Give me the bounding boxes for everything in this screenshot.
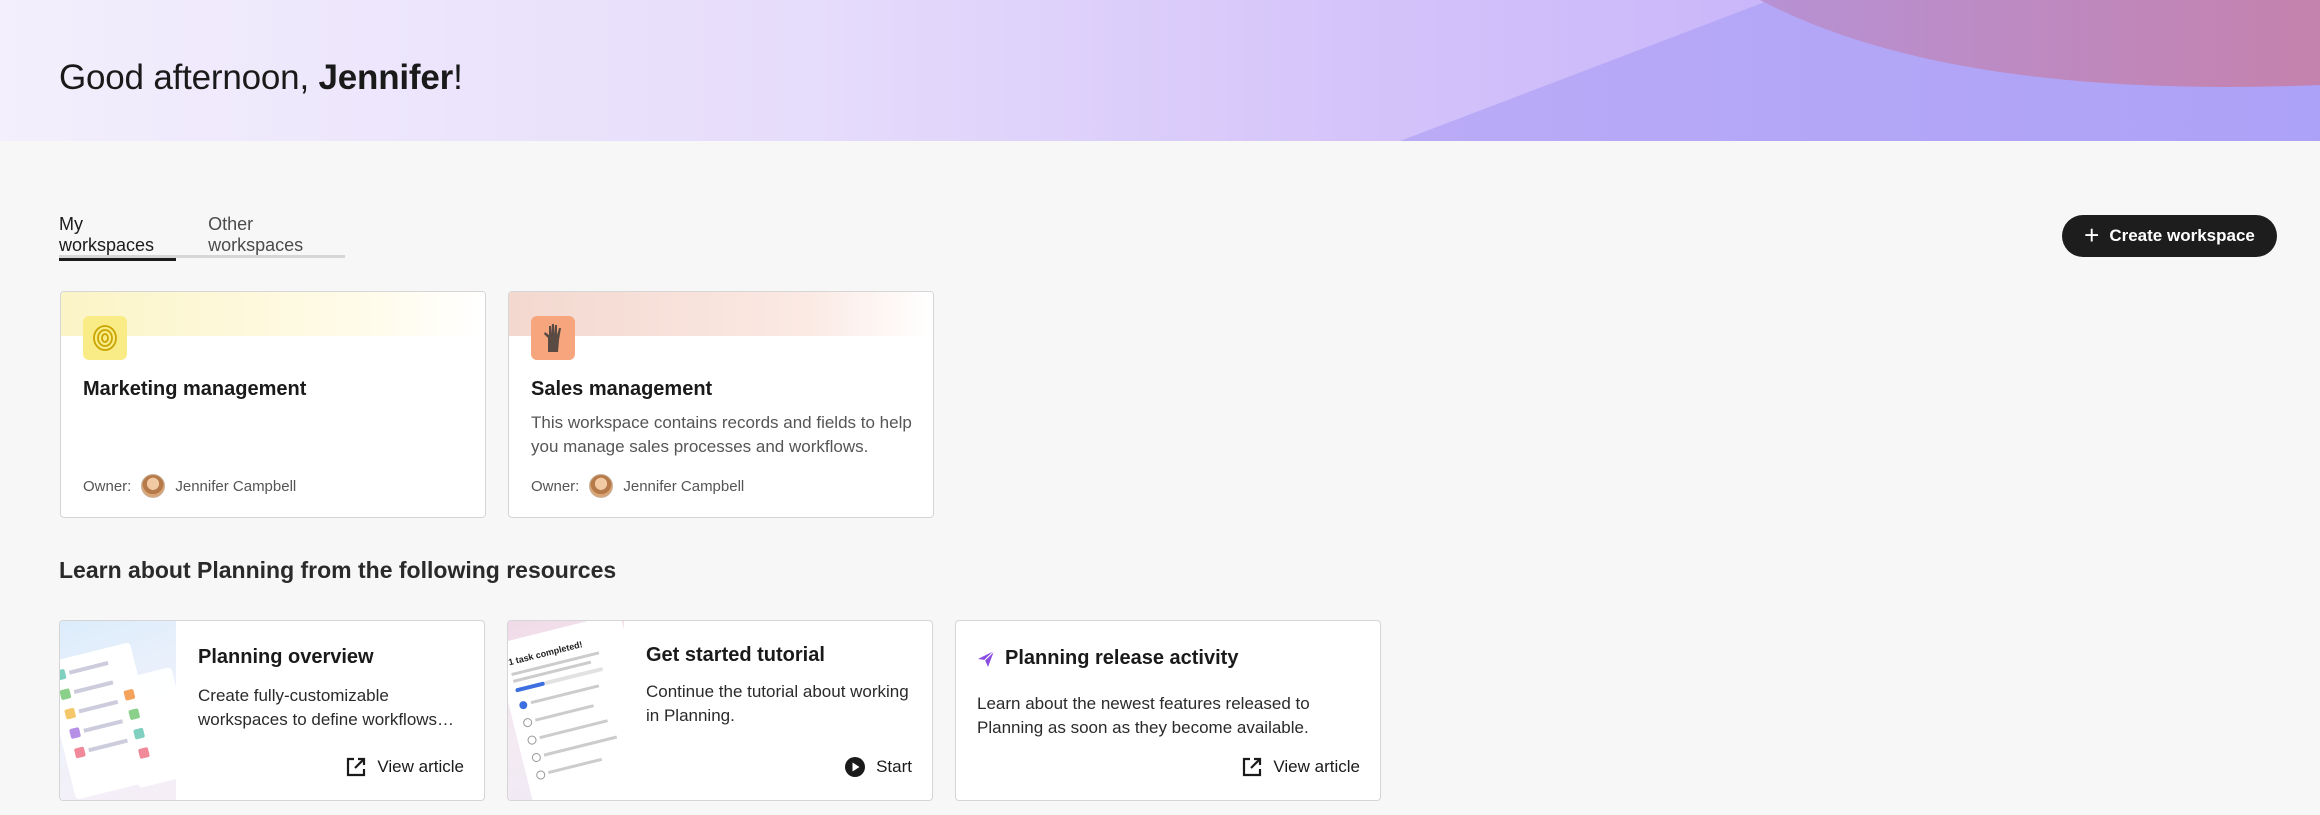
resource-card-planning-overview[interactable]: Planning overview Create fully-customiza… <box>59 620 485 801</box>
workspace-owner: Owner: Jennifer Campbell <box>83 474 296 498</box>
view-article-label: View article <box>377 757 464 776</box>
user-first-name: Jennifer <box>318 58 454 97</box>
view-article-link[interactable]: View article <box>345 756 464 778</box>
create-workspace-button[interactable]: + Create workspace <box>2062 215 2277 257</box>
raised-hand-icon <box>531 316 575 360</box>
resource-description: Create fully-customizable workspaces to … <box>198 686 455 729</box>
workspace-card-marketing[interactable]: Marketing management Owner: Jennifer Cam… <box>60 291 486 518</box>
play-icon <box>845 757 866 777</box>
owner-label: Owner: <box>83 477 132 495</box>
resource-description: Continue the tutorial about working in P… <box>646 682 909 725</box>
workspace-card-sales[interactable]: Sales management This workspace contains… <box>508 291 934 518</box>
create-workspace-label: Create workspace <box>2109 226 2255 245</box>
owner-label: Owner: <box>531 477 580 495</box>
planning-overview-thumbnail <box>60 621 176 800</box>
greeting-heading: Good afternoon, Jennifer! <box>59 58 463 97</box>
resources-heading: Learn about Planning from the following … <box>59 557 617 583</box>
workspace-description: This workspace contains records and fiel… <box>531 413 912 456</box>
resource-title: Get started tutorial <box>646 644 825 666</box>
avatar <box>141 474 166 498</box>
owner-name: Jennifer Campbell <box>623 477 745 495</box>
hero-banner: Good afternoon, Jennifer! <box>0 0 2320 141</box>
tab-my-workspaces[interactable]: My workspaces <box>59 210 177 261</box>
workspace-owner: Owner: Jennifer Campbell <box>531 474 744 498</box>
resource-card-release-activity[interactable]: Planning release activity Learn about th… <box>955 620 1381 801</box>
plus-icon: + <box>2084 219 2100 250</box>
owner-name: Jennifer Campbell <box>175 477 297 495</box>
external-link-icon <box>1243 757 1262 777</box>
avatar <box>589 474 614 498</box>
fingerprint-icon <box>83 316 127 360</box>
tab-other-workspaces[interactable]: Other workspaces <box>208 210 345 258</box>
tutorial-thumbnail: 1 task completed! <box>508 621 624 800</box>
workspace-title: Marketing management <box>83 378 307 400</box>
start-tutorial-button[interactable]: Start <box>844 756 912 778</box>
resource-description: Learn about the newest features released… <box>977 694 1310 737</box>
workspace-title: Sales management <box>531 378 713 400</box>
release-title-row: Planning release activity <box>977 647 1238 670</box>
resource-title: Planning release activity <box>1005 647 1239 669</box>
view-article-label: View article <box>1273 757 1360 776</box>
resource-card-get-started[interactable]: 1 task completed! Get started tutorial C… <box>507 620 933 801</box>
view-article-link[interactable]: View article <box>1241 756 1360 778</box>
workspace-tabs: My workspaces Other workspaces <box>59 210 345 261</box>
paper-plane-icon <box>978 650 995 667</box>
start-label: Start <box>876 757 912 776</box>
resource-title: Planning overview <box>198 646 374 668</box>
external-link-icon <box>347 757 366 777</box>
